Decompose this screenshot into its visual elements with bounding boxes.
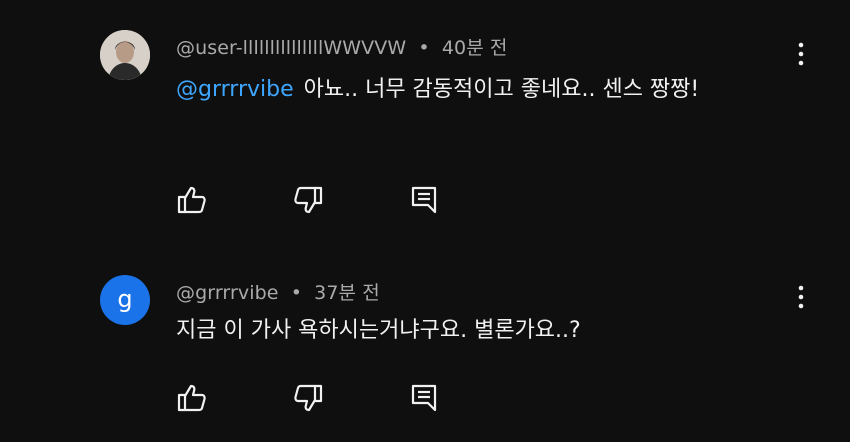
comment-body: 아뇨.. 너무 감동적이고 좋네요.. 센스 짱짱! xyxy=(303,77,700,102)
comment-text: @grrrrvibe 아뇨.. 너무 감동적이고 좋네요.. 센스 짱짱! xyxy=(176,72,776,108)
comment-actions xyxy=(176,184,524,216)
comment-item: @user-lllllllllllllllWWVVW • 40분 전 @grrr… xyxy=(0,0,850,245)
avatar[interactable] xyxy=(100,30,150,80)
comment-time[interactable]: 37분 전 xyxy=(314,282,380,304)
more-vert-icon[interactable] xyxy=(789,40,813,70)
avatar-letter: g xyxy=(117,284,133,313)
thumbs-down-icon[interactable] xyxy=(292,382,324,414)
comment-item: g @grrrrvibe • 37분 전 지금 이 가사 욕하시는거냐구요. 별… xyxy=(0,245,850,442)
mention-link[interactable]: @grrrrvibe xyxy=(176,77,294,102)
comment-body: 지금 이 가사 욕하시는거냐구요. 별론가요..? xyxy=(176,318,581,343)
comment-author[interactable]: @user-lllllllllllllllWWVVW xyxy=(176,37,406,59)
comment-time[interactable]: 40분 전 xyxy=(442,37,508,59)
meta-separator: • xyxy=(418,37,430,59)
comment-meta: @grrrrvibe • 37분 전 xyxy=(176,278,380,305)
thumbs-up-icon[interactable] xyxy=(176,184,208,216)
meta-separator: • xyxy=(290,282,303,304)
profile-photo-icon xyxy=(100,30,150,80)
reply-icon[interactable] xyxy=(408,382,440,414)
thumbs-up-icon[interactable] xyxy=(176,382,208,414)
reply-icon[interactable] xyxy=(408,184,440,216)
comment-meta: @user-lllllllllllllllWWVVW • 40분 전 xyxy=(176,33,508,60)
thumbs-down-icon[interactable] xyxy=(292,184,324,216)
avatar[interactable]: g xyxy=(100,275,150,325)
comment-actions xyxy=(176,382,524,414)
more-vert-icon[interactable] xyxy=(789,283,813,313)
comment-author[interactable]: @grrrrvibe xyxy=(176,282,279,304)
comment-text: 지금 이 가사 욕하시는거냐구요. 별론가요..? xyxy=(176,313,776,349)
